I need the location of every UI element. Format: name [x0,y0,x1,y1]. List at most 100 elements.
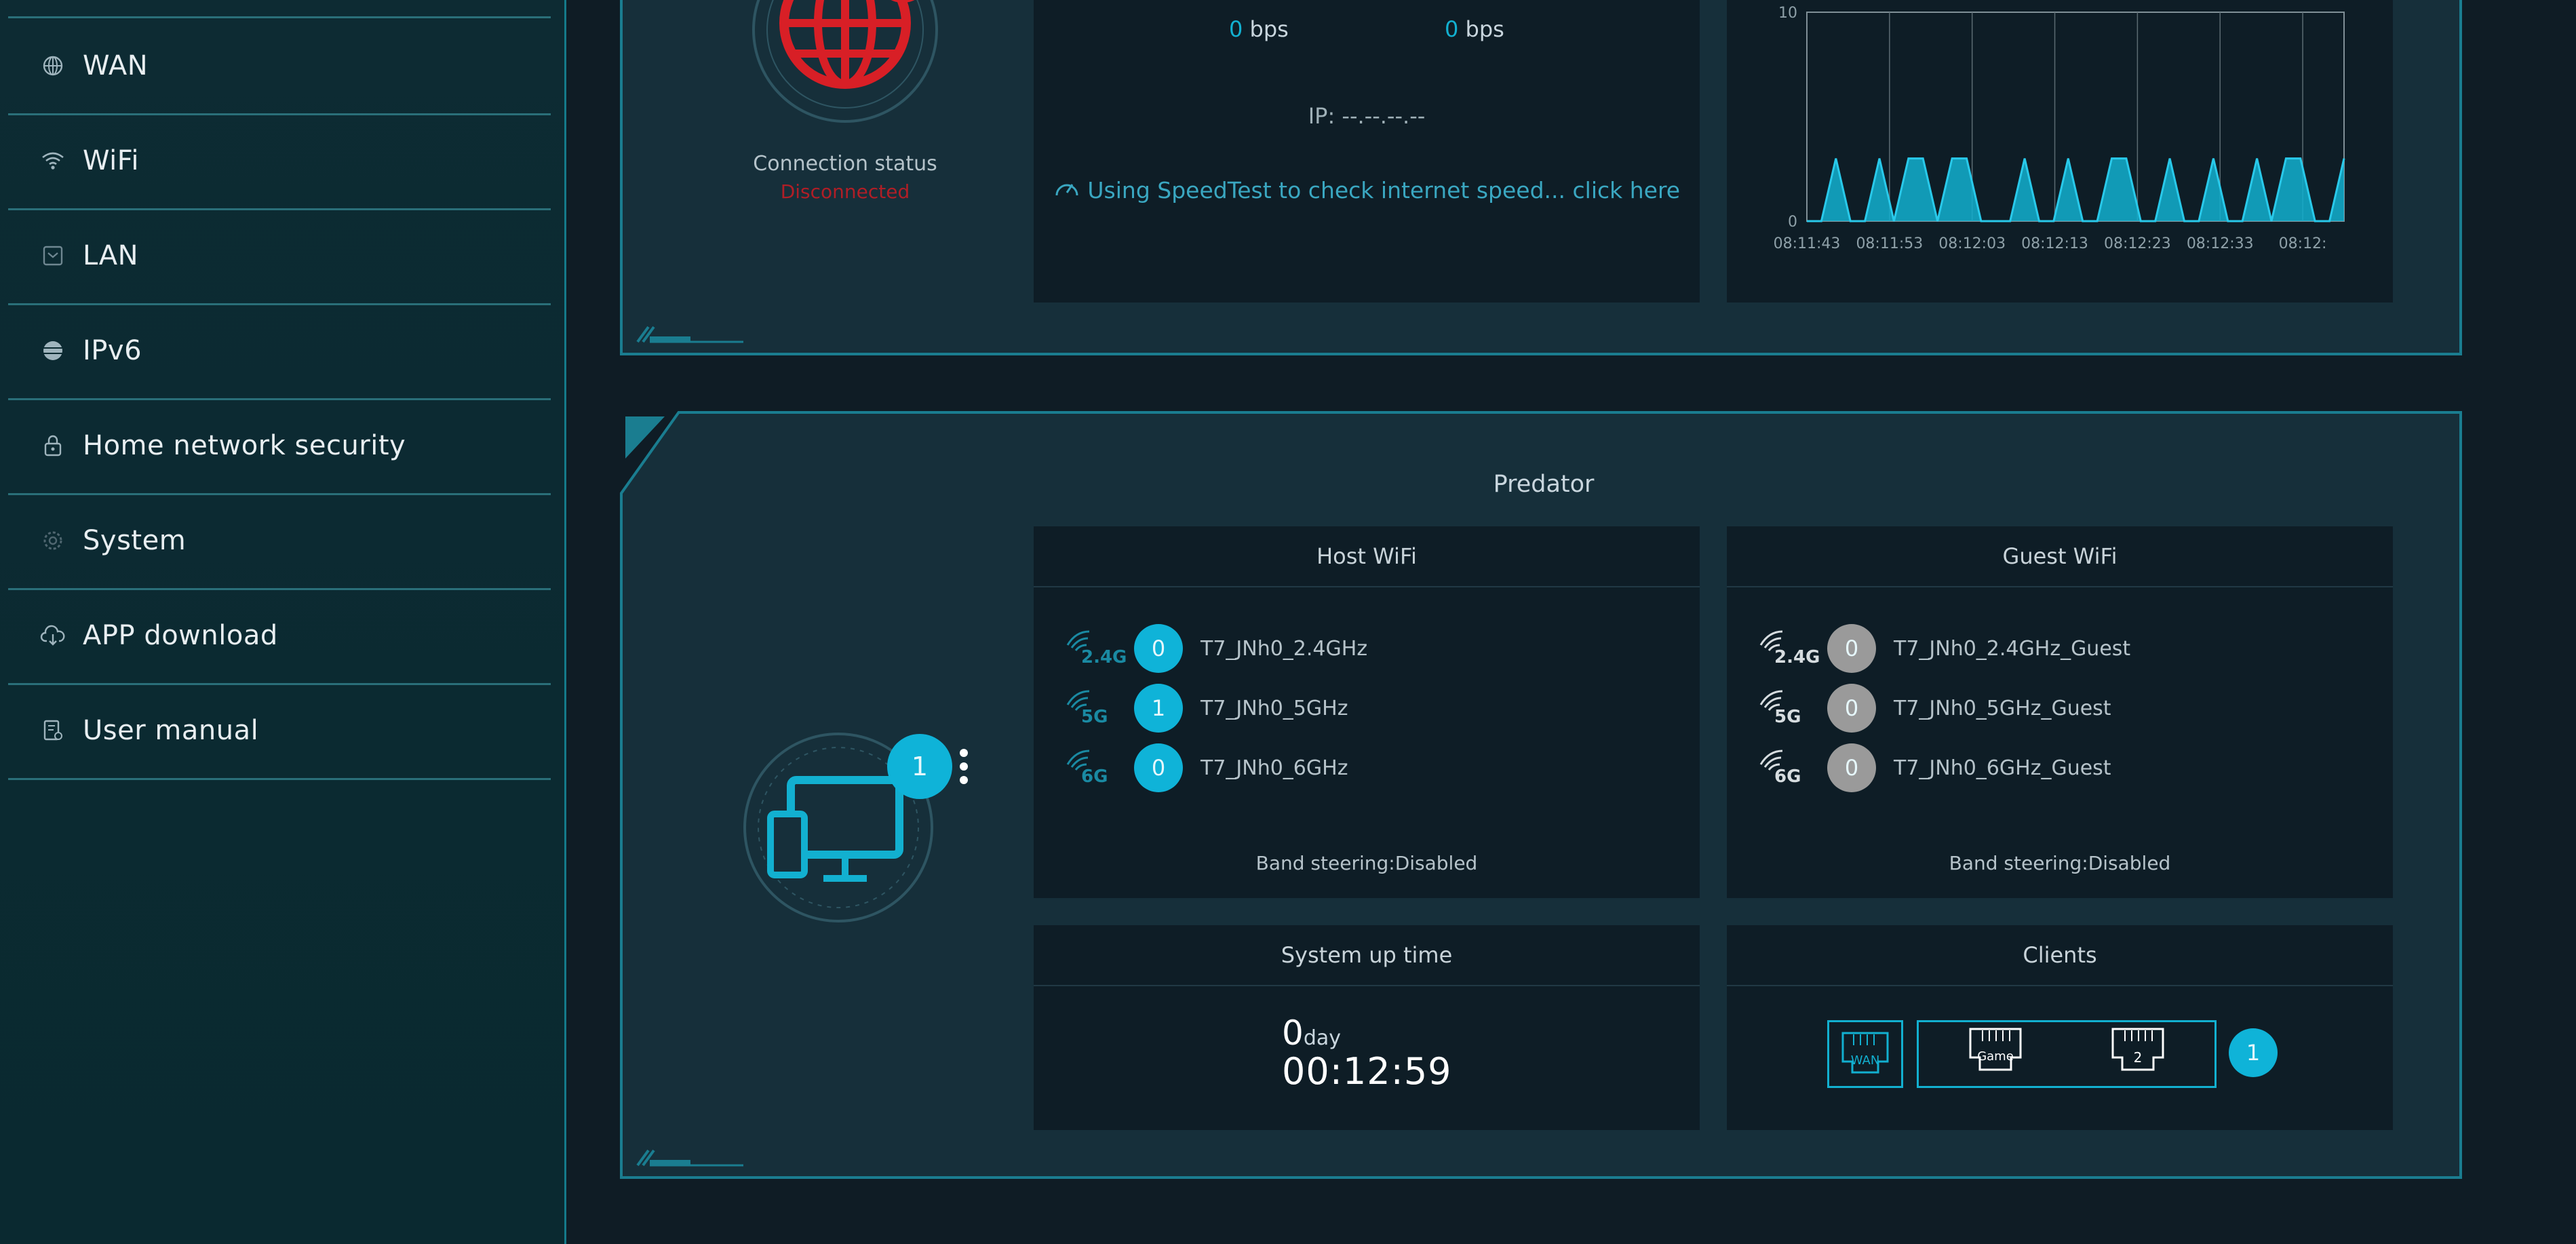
uptime-title: System up time [1034,925,1700,986]
x-tick-label: 08:12: [2279,235,2327,252]
guest-band-row-5g[interactable]: 5G 0 T7_JNh0_5GHz_Guest [1758,681,2111,735]
x-tick-label: 08:11:43 [1774,235,1841,252]
host-6g-client-count: 0 [1134,743,1183,792]
svg-text:5G: 5G [1081,707,1108,727]
guest-2.4g-client-count: 0 [1827,624,1876,673]
sidebar-item-system[interactable]: System [8,493,551,590]
wifi-icon [39,147,66,174]
sidebar-item-home-network-security[interactable]: Home network security [8,398,551,495]
download-unit: bps [1465,16,1504,42]
clients-title: Clients [1727,925,2393,986]
x-tick-label: 08:12:33 [2187,235,2254,252]
host-band-row-5g[interactable]: 5G 1 T7_JNh0_5GHz [1065,681,1348,735]
uptime-time: 00:12:59 [1282,1050,1452,1093]
router-name: Predator [1493,471,1595,498]
traffic-chart: 10 0 08:11:43 08:11:53 08:12:03 08:12:13 08:12… [1774,5,2345,252]
sidebar-item-ipv6[interactable]: IPv6 [8,303,551,400]
speedtest-link[interactable]: Using SpeedTest to check internet speed.… [1034,176,1700,203]
game-port-label: Game [1977,1049,2014,1064]
gear-icon [39,527,66,554]
download-speed: 0 bps [1445,16,1504,42]
connection-status-value: Disconnected [780,180,910,203]
lan-icon [39,242,66,269]
cloud-download-icon [39,622,66,649]
speedometer-icon [1053,177,1088,203]
clients-count-badge[interactable]: 1 [2229,1028,2278,1077]
wan-port[interactable]: WAN [1827,1020,1903,1088]
host-5g-client-count: 1 [1134,684,1183,733]
guest-6g-ssid: T7_JNh0_6GHz_Guest [1894,756,2111,780]
router-panel: Predator 1 Host WiFi 2.4G 0 T7_JNh0_2.4G… [620,411,2462,1179]
wifi-2.4g-icon: 2.4G [1758,625,1820,672]
uptime-days-unit: day [1303,1026,1341,1050]
guest-band-steering: Band steering:Disabled [1949,852,2171,874]
host-6g-ssid: T7_JNh0_6GHz [1201,756,1348,780]
wan-status-graphic [743,0,947,125]
x-tick-label: 08:12:23 [2104,235,2171,252]
wan-port-label: WAN [1850,1053,1880,1068]
wifi-6g-icon: 6G [1065,744,1126,792]
host-band-steering: Band steering:Disabled [1255,852,1478,874]
sidebar-item-label: System [83,525,187,556]
guest-6g-client-count: 0 [1827,743,1876,792]
host-band-row-6g[interactable]: 6G 0 T7_JNh0_6GHz [1065,741,1348,795]
ip-address: IP: --.--.--.-- [1308,103,1426,129]
sidebar-item-wifi[interactable]: WiFi [8,113,551,210]
upload-speed: 0 bps [1229,16,1289,42]
lan-port-2-label: 2 [2133,1049,2143,1066]
sidebar-item-label: User manual [83,715,259,746]
more-options-icon[interactable] [959,747,969,785]
host-wifi-card: Host WiFi 2.4G 0 T7_JNh0_2.4GHz 5G 1 T7_… [1034,526,1700,898]
wifi-6g-icon: 6G [1758,744,1819,792]
uptime-days-value: 0 [1282,1013,1304,1053]
x-tick-label: 08:12:13 [2021,235,2088,252]
internet-panel: Connection status Disconnected 0 bps 0 b… [620,0,2462,355]
manual-icon [39,717,66,744]
host-wifi-title: Host WiFi [1034,526,1700,587]
sidebar-item-wan[interactable]: WAN [8,18,551,115]
uptime-days: 0day [1282,1013,1341,1053]
sidebar-item-label: Home network security [83,430,406,461]
host-2.4g-client-count: 0 [1134,624,1183,673]
traffic-chart-card: 10 0 08:11:43 08:11:53 08:12:03 08:12:13 08:12… [1727,0,2393,303]
sidebar-item-user-manual[interactable]: User manual [8,683,551,780]
y-tick-label: 0 [1788,214,1797,231]
sidebar-item-label: LAN [83,240,138,271]
upload-value: 0 [1229,16,1243,42]
speed-card: 0 bps 0 bps IP: --.--.--.-- Using SpeedT… [1034,0,1700,303]
sidebar-item-app-download[interactable]: APP download [8,588,551,685]
device-count-badge[interactable]: 1 [887,734,952,799]
sidebar-item-label: WAN [83,50,149,81]
sidebar-item-label: APP download [83,620,278,651]
globe-icon [39,52,66,79]
wifi-5g-icon: 5G [1065,684,1126,732]
guest-5g-ssid: T7_JNh0_5GHz_Guest [1894,696,2111,720]
game-port[interactable]: Game [1959,1022,2031,1086]
lan-ports-group: Game 2 [1917,1020,2217,1088]
host-5g-ssid: T7_JNh0_5GHz [1201,696,1348,720]
guest-band-row-6g[interactable]: 6G 0 T7_JNh0_6GHz_Guest [1758,741,2111,795]
svg-text:6G: 6G [1081,766,1108,787]
lan-port-2[interactable]: 2 [2102,1022,2174,1086]
sidebar-item-label: IPv6 [83,335,142,366]
guest-band-row-2.4g[interactable]: 2.4G 0 T7_JNh0_2.4GHz_Guest [1758,621,2130,676]
sidebar-item-label: WiFi [83,145,139,176]
download-value: 0 [1445,16,1459,42]
svg-text:5G: 5G [1774,707,1801,727]
x-tick-label: 08:12:03 [1938,235,2006,252]
y-tick-label: 10 [1778,5,1797,22]
svg-text:6G: 6G [1774,766,1801,787]
uptime-card: System up time 0day 00:12:59 [1034,925,1700,1130]
ipv6-globe-icon [39,337,66,364]
sidebar: WAN WiFi LAN IPv6 Home network security … [0,0,566,1244]
corner-decoration [636,1149,743,1167]
host-band-row-2.4g[interactable]: 2.4G 0 T7_JNh0_2.4GHz [1065,621,1367,676]
guest-5g-client-count: 0 [1827,684,1876,733]
clients-card: Clients WAN Game 2 1 [1727,925,2393,1130]
corner-decoration [636,326,743,343]
svg-text:2.4G: 2.4G [1081,647,1126,667]
host-2.4g-ssid: T7_JNh0_2.4GHz [1201,636,1368,661]
guest-wifi-title: Guest WiFi [1727,526,2393,587]
sidebar-item-lan[interactable]: LAN [8,208,551,305]
guest-2.4g-ssid: T7_JNh0_2.4GHz_Guest [1894,636,2131,661]
